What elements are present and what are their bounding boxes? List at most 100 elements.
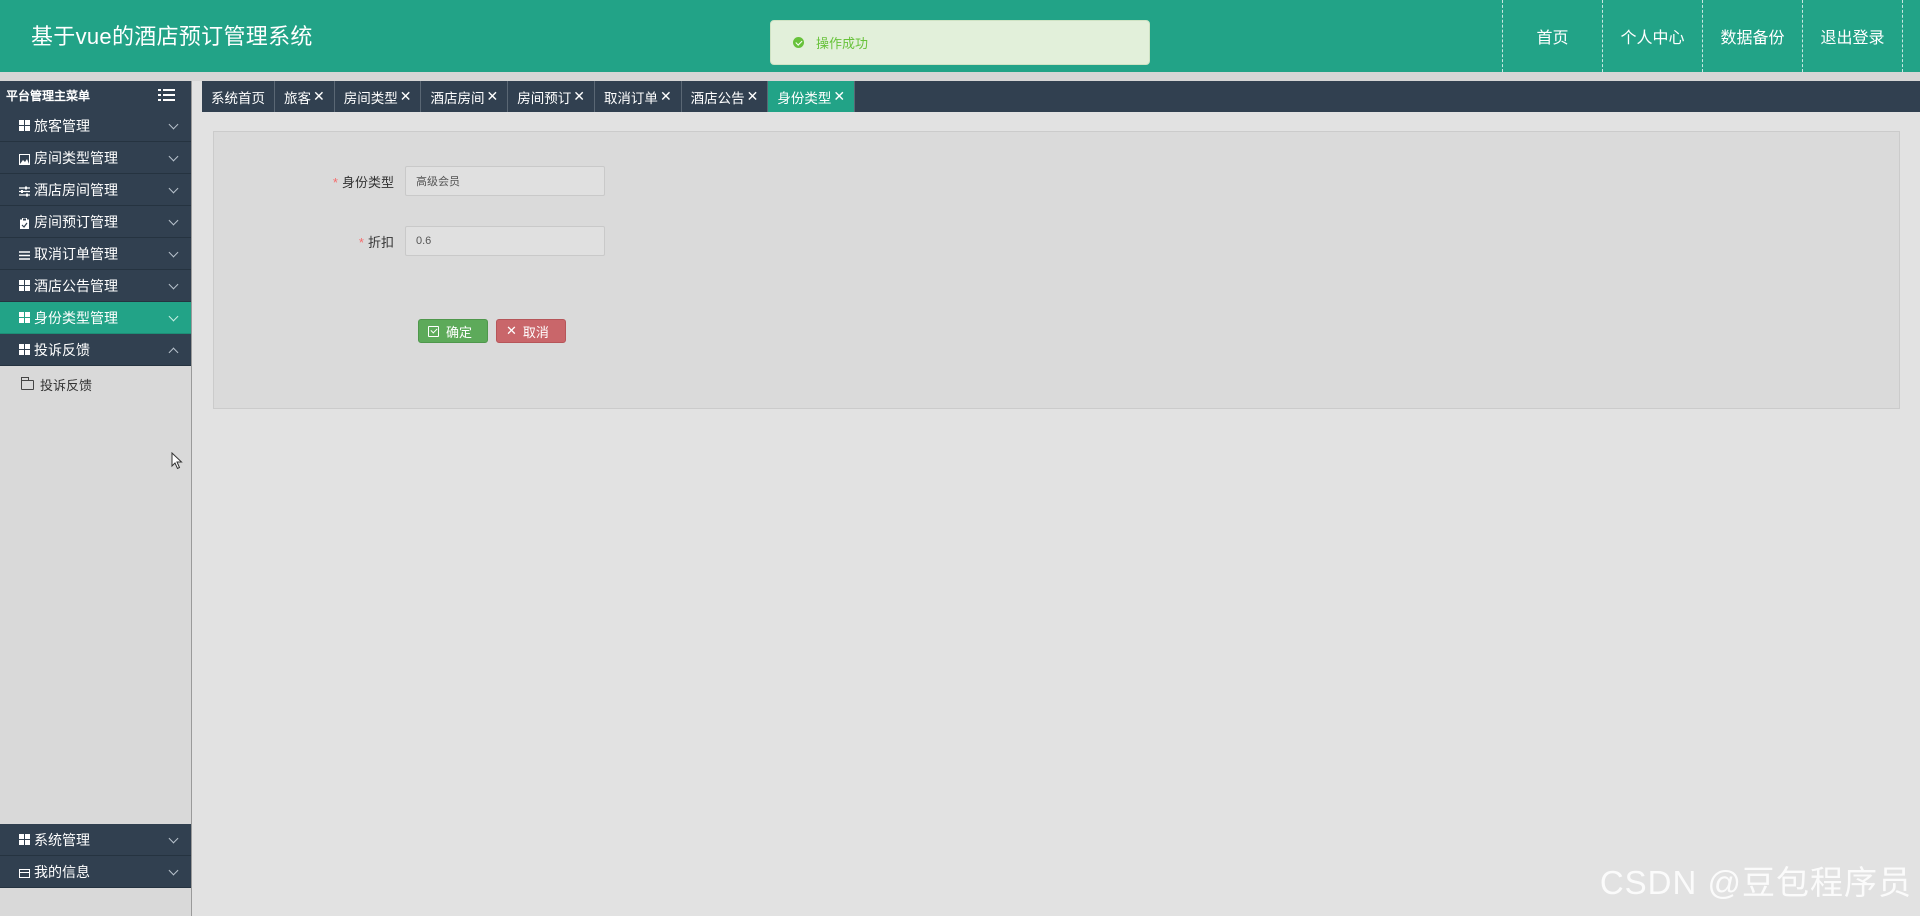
tab-announcements[interactable]: 酒店公告 ✕ xyxy=(682,81,769,112)
sidebar-item-cancellations[interactable]: 取消订单管理 xyxy=(0,238,191,270)
tab-label: 旅客 xyxy=(284,90,311,106)
sidebar-item-label: 系统管理 xyxy=(34,831,90,848)
close-icon[interactable]: ✕ xyxy=(573,88,585,105)
sidebar-item-label: 身份类型管理 xyxy=(34,309,118,326)
tab-home[interactable]: 系统首页 xyxy=(202,81,275,112)
header-gap xyxy=(0,72,1920,81)
submenu-item-label: 投诉反馈 xyxy=(40,378,93,393)
chevron-down-icon xyxy=(168,119,179,130)
sidebar-item-label: 取消订单管理 xyxy=(34,245,118,262)
sidebar-item-label: 我的信息 xyxy=(34,863,90,880)
identity-type-label: * 身份类型 xyxy=(214,172,405,191)
identity-type-form: *身份类型 *折扣 确定 ✕ 取消 xyxy=(213,131,1900,409)
sidebar-item-room-types[interactable]: 房间类型管理 xyxy=(0,142,191,174)
grid-icon xyxy=(19,120,30,131)
cancel-button[interactable]: ✕ 取消 xyxy=(496,319,566,343)
sidebar-title: 平台管理主菜单 xyxy=(6,89,91,103)
nav-logout[interactable]: 退出登录 xyxy=(1802,0,1902,72)
folder-icon xyxy=(21,376,34,390)
sidebar-item-complaints[interactable]: 投诉反馈 xyxy=(0,334,191,366)
tab-label: 酒店公告 xyxy=(690,90,745,106)
chevron-down-icon xyxy=(168,183,179,194)
app-title: 基于vue的酒店预订管理系统 xyxy=(31,24,313,49)
discount-input[interactable] xyxy=(405,226,605,256)
close-icon[interactable]: ✕ xyxy=(400,88,412,105)
chevron-down-icon xyxy=(168,865,179,876)
sidebar-item-label: 酒店房间管理 xyxy=(34,181,118,198)
sidebar-item-label: 酒店公告管理 xyxy=(34,277,118,294)
tab-bookings[interactable]: 房间预订 ✕ xyxy=(508,81,595,112)
tab-room-types[interactable]: 房间类型 ✕ xyxy=(335,81,422,112)
identity-type-input[interactable] xyxy=(405,166,605,196)
sidebar-header: 平台管理主菜单 xyxy=(0,81,191,110)
sliders-icon xyxy=(19,184,30,197)
close-icon[interactable]: ✕ xyxy=(486,88,498,105)
image-icon xyxy=(19,152,30,165)
form-row-identity-type: * 身份类型 xyxy=(214,166,605,196)
grid-icon xyxy=(19,312,30,323)
chevron-down-icon xyxy=(168,151,179,162)
sidebar-item-my-info[interactable]: 我的信息 xyxy=(0,856,191,888)
grid-icon xyxy=(19,834,30,845)
sidebar-item-label: 旅客管理 xyxy=(34,117,90,134)
tabs-bar: 系统首页 旅客 ✕ 房间类型 ✕ 酒店房间 ✕ 房间预订 ✕ 取消订单 ✕ 酒店公告 ✕ 身… xyxy=(202,81,1920,112)
chevron-down-icon xyxy=(168,833,179,844)
field-label: 身份类型 xyxy=(341,174,394,190)
confirm-label: 确定 xyxy=(446,324,473,340)
close-icon[interactable]: ✕ xyxy=(660,88,672,105)
nav-home[interactable]: 首页 xyxy=(1502,0,1602,72)
success-check-icon xyxy=(793,37,804,48)
required-mark: * xyxy=(358,234,364,250)
tab-label: 取消订单 xyxy=(603,90,658,106)
tab-identity-types[interactable]: 身份类型 ✕ xyxy=(768,81,856,112)
tab-label: 身份类型 xyxy=(777,90,832,106)
sidebar-item-label: 投诉反馈 xyxy=(34,341,90,358)
required-mark: * xyxy=(332,174,338,190)
chevron-up-icon xyxy=(168,347,179,358)
sidebar-item-identity-types[interactable]: 身份类型管理 xyxy=(0,302,191,334)
chevron-down-icon xyxy=(168,311,179,322)
nav-profile[interactable]: 个人中心 xyxy=(1602,0,1702,72)
sidebar-bottom: 系统管理 我的信息 xyxy=(0,824,191,888)
submenu-item-complaints[interactable]: 投诉反馈 xyxy=(0,366,191,403)
grid-icon xyxy=(19,344,30,355)
chevron-down-icon xyxy=(168,279,179,290)
close-icon[interactable]: ✕ xyxy=(313,88,325,105)
discount-label: * 折扣 xyxy=(214,232,405,251)
sidebar-item-system[interactable]: 系统管理 xyxy=(0,824,191,856)
sidebar-item-label: 房间类型管理 xyxy=(34,149,118,166)
tab-label: 房间类型 xyxy=(343,90,398,106)
close-icon: ✕ xyxy=(506,323,517,338)
toast-message: 操作成功 xyxy=(816,36,869,51)
watermark: CSDN @豆包程序员 xyxy=(1599,864,1912,901)
form-row-discount: * 折扣 xyxy=(214,226,605,256)
chevron-down-icon xyxy=(168,215,179,226)
list-icon xyxy=(19,248,30,260)
check-square-icon xyxy=(428,325,439,337)
clipboard-icon xyxy=(19,216,30,229)
close-icon[interactable]: ✕ xyxy=(833,88,845,105)
nav-divider xyxy=(1902,0,1920,72)
sidebar: 平台管理主菜单 旅客管理 房间类型管理 酒店房间管理 房间预订管理 取消订单管理… xyxy=(0,81,192,916)
cancel-label: 取消 xyxy=(522,324,549,340)
nav-backup[interactable]: 数据备份 xyxy=(1702,0,1802,72)
sidebar-item-guests[interactable]: 旅客管理 xyxy=(0,110,191,142)
sidebar-item-bookings[interactable]: 房间预订管理 xyxy=(0,206,191,238)
sidebar-item-rooms[interactable]: 酒店房间管理 xyxy=(0,174,191,206)
confirm-button[interactable]: 确定 xyxy=(418,319,488,343)
field-label: 折扣 xyxy=(367,234,394,250)
tab-cancellations[interactable]: 取消订单 ✕ xyxy=(595,81,682,112)
tab-guests[interactable]: 旅客 ✕ xyxy=(275,81,335,112)
tab-label: 房间预订 xyxy=(517,90,572,106)
sidebar-item-label: 房间预订管理 xyxy=(34,213,118,230)
collapse-menu-icon[interactable] xyxy=(158,89,175,101)
card-icon xyxy=(19,866,30,878)
mouse-cursor-icon xyxy=(171,452,183,470)
sidebar-item-announcements[interactable]: 酒店公告管理 xyxy=(0,270,191,302)
success-toast: 操作成功 xyxy=(770,20,1150,65)
tab-label: 系统首页 xyxy=(211,90,265,106)
top-nav: 首页 个人中心 数据备份 退出登录 xyxy=(1502,0,1920,72)
tab-label: 酒店房间 xyxy=(430,90,485,106)
close-icon[interactable]: ✕ xyxy=(747,88,759,105)
tab-rooms[interactable]: 酒店房间 ✕ xyxy=(421,81,509,112)
